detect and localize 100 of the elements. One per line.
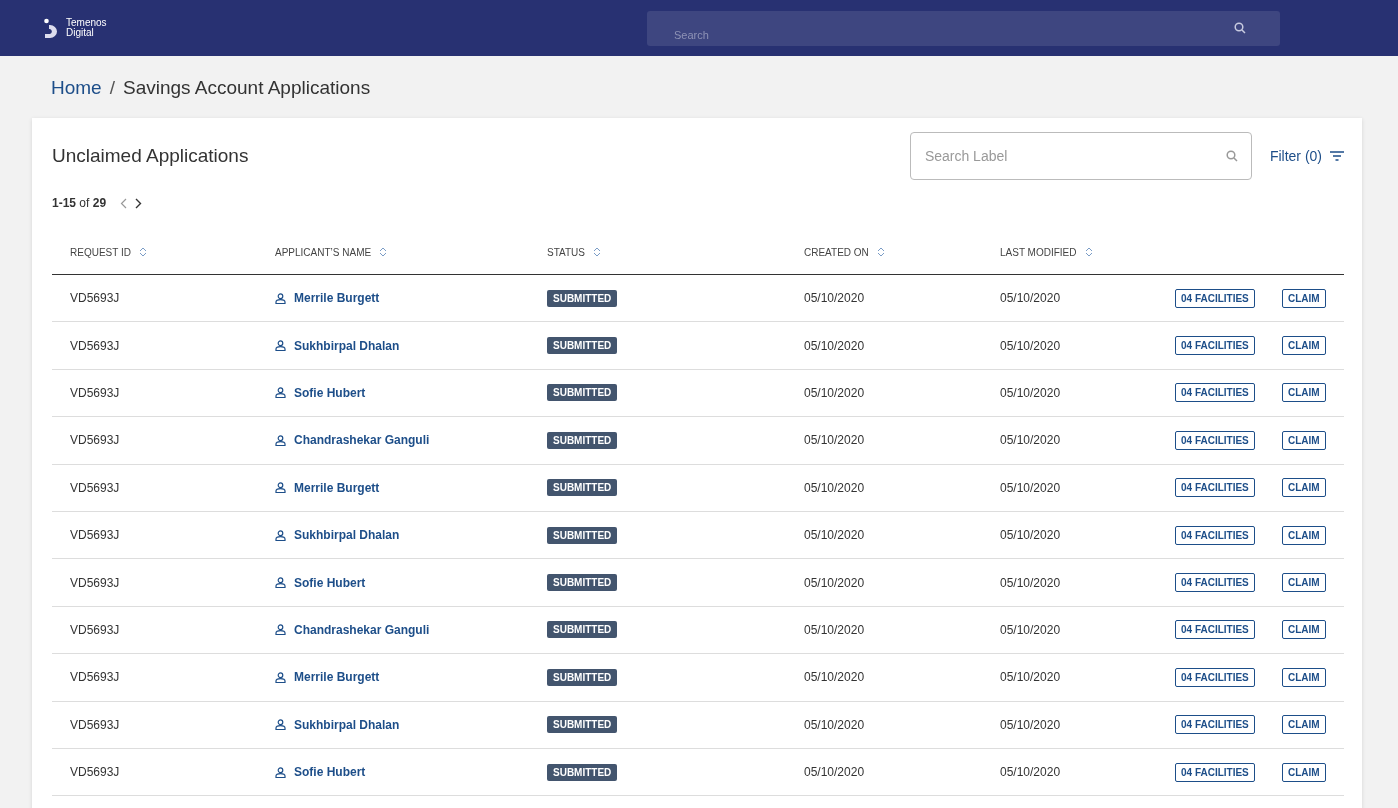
table-cell-text: 05/10/2020 — [1000, 575, 1062, 590]
facilities-button[interactable]: 04 FACILITIES — [1175, 573, 1255, 593]
table-cell-text: VD5693J — [70, 670, 121, 685]
applicant-link[interactable]: Sofie Hubert — [275, 575, 547, 590]
table-cell-text: 05/10/2020 — [1000, 433, 1062, 448]
table-cell-text: VD5693J — [70, 622, 121, 637]
claim-button[interactable]: CLAIM — [1282, 620, 1326, 640]
search-icon — [1234, 22, 1246, 34]
person-icon — [275, 529, 286, 541]
facilities-button[interactable]: 04 FACILITIES — [1175, 620, 1255, 640]
person-icon — [275, 292, 286, 304]
applicant-link[interactable]: Chandrashekar Ganguli — [275, 433, 547, 448]
table-cell-text: 05/10/2020 — [804, 622, 866, 637]
status-badge: SUBMITTED — [547, 337, 618, 355]
search-field[interactable]: Search Label — [909, 132, 1252, 180]
table-cell-text: VD5693J — [70, 717, 121, 732]
table-cell-text: 05/10/2020 — [1000, 291, 1062, 306]
table-cell-text: 05/10/2020 — [804, 765, 866, 780]
table-cell-text: 05/10/2020 — [1000, 670, 1062, 685]
table-cell-text: 05/10/2020 — [1000, 717, 1062, 732]
search-field[interactable]: Search — [647, 10, 1280, 46]
table-cell-text: VD5693J — [70, 575, 121, 590]
column-header: STATUS — [547, 246, 585, 258]
claim-button[interactable]: CLAIM — [1282, 383, 1326, 403]
applicant-link[interactable]: Sukhbirpal Dhalan — [275, 717, 547, 732]
status-badge: SUBMITTED — [547, 716, 618, 734]
table-cell-text: 05/10/2020 — [804, 480, 866, 495]
applicant-link[interactable]: Chandrashekar Ganguli — [275, 622, 547, 637]
person-icon — [275, 766, 286, 778]
status-badge: SUBMITTED — [547, 668, 618, 686]
sort-icon[interactable] — [138, 247, 147, 257]
table-cell-text: 05/10/2020 — [804, 670, 866, 685]
person-icon — [275, 340, 286, 352]
facilities-button[interactable]: 04 FACILITIES — [1175, 525, 1255, 545]
table-cell-text: 05/10/2020 — [804, 385, 866, 400]
chevron-left-icon[interactable] — [120, 197, 128, 209]
claim-button[interactable]: CLAIM — [1282, 478, 1326, 498]
facilities-button[interactable]: 04 FACILITIES — [1175, 762, 1255, 782]
claim-button[interactable]: CLAIM — [1282, 525, 1326, 545]
facilities-button[interactable]: 04 FACILITIES — [1175, 478, 1255, 498]
table-cell-text: 05/10/2020 — [1000, 528, 1062, 543]
applicant-link[interactable]: Merrile Burgett — [275, 480, 547, 495]
facilities-button[interactable]: 04 FACILITIES — [1175, 288, 1255, 308]
claim-button[interactable]: CLAIM — [1282, 430, 1326, 450]
column-header: LAST MODIFIED — [1000, 246, 1077, 258]
table-cell-text: VD5693J — [70, 385, 121, 400]
person-icon — [275, 624, 286, 636]
facilities-button[interactable]: 04 FACILITIES — [1175, 383, 1255, 403]
sort-icon[interactable] — [379, 247, 388, 257]
facilities-button[interactable]: 04 FACILITIES — [1175, 430, 1255, 450]
person-icon — [275, 434, 286, 446]
sort-icon[interactable] — [876, 247, 885, 257]
table-cell-text: VD5693J — [70, 338, 121, 353]
claim-button[interactable]: CLAIM — [1282, 715, 1326, 735]
applicant-link[interactable]: Sofie Hubert — [275, 385, 547, 400]
claim-button[interactable]: CLAIM — [1282, 573, 1326, 593]
claim-button[interactable]: CLAIM — [1282, 336, 1326, 356]
table-cell-text: 05/10/2020 — [804, 433, 866, 448]
table-cell-text: 05/10/2020 — [804, 528, 866, 543]
column-header: REQUEST ID — [70, 246, 131, 258]
applicant-link[interactable]: Merrile Burgett — [275, 291, 547, 306]
pagination-text: 1-15 of 29 — [52, 196, 107, 210]
facilities-button[interactable]: 04 FACILITIES — [1175, 667, 1255, 687]
column-header: CREATED ON — [804, 246, 869, 258]
status-badge: SUBMITTED — [547, 479, 618, 497]
table-cell-text: VD5693J — [70, 291, 121, 306]
status-badge: SUBMITTED — [547, 431, 618, 449]
claim-button[interactable]: CLAIM — [1282, 762, 1326, 782]
table-cell-text: 05/10/2020 — [804, 338, 866, 353]
status-badge: SUBMITTED — [547, 763, 618, 781]
facilities-button[interactable]: 04 FACILITIES — [1175, 336, 1255, 356]
status-badge: SUBMITTED — [547, 289, 618, 307]
person-icon — [275, 482, 286, 494]
breadcrumb-link[interactable]: Home — [51, 77, 102, 99]
table-cell-text: 05/10/2020 — [1000, 480, 1062, 495]
sort-icon[interactable] — [592, 247, 601, 257]
breadcrumb-current: Savings Account Applications — [122, 77, 371, 99]
status-badge: SUBMITTED — [547, 574, 618, 592]
applicant-link[interactable]: Sofie Hubert — [275, 765, 547, 780]
table-cell-text: 05/10/2020 — [804, 717, 866, 732]
applicant-link[interactable]: Merrile Burgett — [275, 670, 547, 685]
person-icon — [275, 719, 286, 731]
applicant-link[interactable]: Sukhbirpal Dhalan — [275, 338, 547, 353]
filter-button[interactable]: Filter (0) — [1269, 148, 1344, 164]
claim-button[interactable]: CLAIM — [1282, 288, 1326, 308]
facilities-button[interactable]: 04 FACILITIES — [1175, 715, 1255, 735]
table-cell-text: VD5693J — [70, 480, 121, 495]
status-badge: SUBMITTED — [547, 526, 618, 544]
person-icon — [275, 671, 286, 683]
person-icon — [275, 577, 286, 589]
claim-button[interactable]: CLAIM — [1282, 667, 1326, 687]
breadcrumb-separator: / — [109, 77, 115, 99]
applicant-link[interactable]: Sukhbirpal Dhalan — [275, 528, 547, 543]
table-cell-text: 05/10/2020 — [1000, 765, 1062, 780]
person-icon — [275, 387, 286, 399]
sort-icon[interactable] — [1084, 247, 1093, 257]
logo-text: Temenos Digital — [66, 18, 107, 38]
table-cell-text: 05/10/2020 — [804, 575, 866, 590]
chevron-right-icon[interactable] — [135, 197, 143, 209]
table-cell-text: 05/10/2020 — [804, 291, 866, 306]
